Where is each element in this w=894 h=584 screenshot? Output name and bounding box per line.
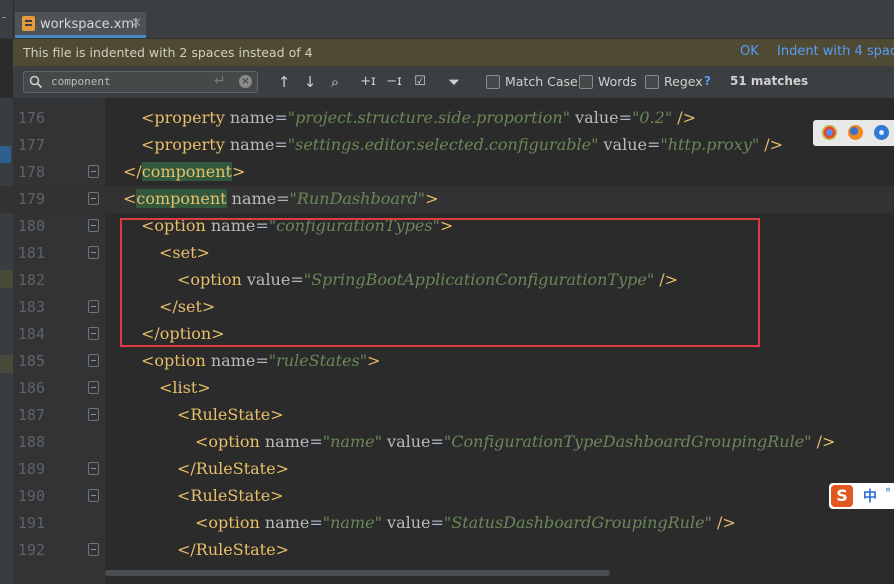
code-line: 176 <property name="project.structure.si… bbox=[0, 105, 894, 132]
line-number: 181 bbox=[17, 244, 45, 262]
code-text: <option name="name" value="Configuration… bbox=[195, 432, 836, 451]
tab-bar-left-edge: - bbox=[0, 0, 14, 38]
chrome-icon[interactable] bbox=[822, 125, 837, 140]
fold-marker[interactable] bbox=[88, 381, 99, 394]
code-line: 186 <list> bbox=[0, 375, 894, 402]
fold-marker[interactable] bbox=[88, 489, 99, 502]
firefox-icon[interactable] bbox=[848, 125, 863, 140]
line-number: 192 bbox=[17, 541, 45, 559]
code-line: 188 <option name="name" value="Configura… bbox=[0, 429, 894, 456]
horizontal-scrollbar[interactable] bbox=[105, 570, 610, 576]
fold-marker[interactable] bbox=[88, 165, 99, 178]
line-number: 190 bbox=[17, 487, 45, 505]
code-text: <RuleState> bbox=[177, 405, 284, 424]
indent-notification: This file is indented with 2 spaces inst… bbox=[13, 39, 894, 66]
line-number: 185 bbox=[17, 352, 45, 370]
notification-ok-link[interactable]: OK bbox=[740, 44, 759, 59]
code-line: 187 <RuleState> bbox=[0, 402, 894, 429]
line-number: 184 bbox=[17, 325, 45, 343]
ime-language: 中 bbox=[863, 489, 877, 505]
editor-tab-bar: - workspace.xml ✕ bbox=[0, 0, 894, 39]
line-number: 182 bbox=[17, 271, 45, 289]
safari-icon[interactable] bbox=[874, 125, 889, 140]
fold-marker[interactable] bbox=[88, 300, 99, 313]
close-icon[interactable]: ✕ bbox=[131, 16, 142, 31]
fold-marker[interactable] bbox=[88, 192, 99, 205]
code-text: </RuleState> bbox=[177, 459, 289, 478]
ime-mode: ° bbox=[885, 486, 891, 500]
fold-marker[interactable] bbox=[88, 219, 99, 232]
code-line: 177 <property name="settings.editor.sele… bbox=[0, 132, 894, 159]
fold-marker[interactable] bbox=[88, 354, 99, 367]
fold-marker[interactable] bbox=[88, 462, 99, 475]
notification-message: This file is indented with 2 spaces inst… bbox=[23, 45, 313, 60]
line-number: 189 bbox=[17, 460, 45, 478]
highlight-box bbox=[120, 218, 760, 347]
ime-indicator[interactable]: S 中 ° bbox=[829, 483, 894, 509]
line-number: 178 bbox=[17, 163, 45, 181]
code-text: </RuleState> bbox=[177, 540, 289, 559]
code-text: <option name="name" value="StatusDashboa… bbox=[195, 513, 736, 532]
fold-marker[interactable] bbox=[88, 408, 99, 421]
tab-workspace-xml[interactable]: workspace.xml ✕ bbox=[15, 12, 146, 38]
code-text: <option name="ruleStates"> bbox=[141, 351, 381, 370]
code-text: </component> bbox=[123, 162, 246, 181]
line-number: 176 bbox=[17, 109, 45, 127]
left-edge-glyph: - bbox=[2, 10, 7, 24]
code-text: <component name="RunDashboard"> bbox=[123, 189, 439, 208]
code-line: 189 </RuleState> bbox=[0, 456, 894, 483]
line-number: 177 bbox=[17, 136, 45, 154]
line-number: 180 bbox=[17, 217, 45, 235]
line-number: 183 bbox=[17, 298, 45, 316]
code-text: <list> bbox=[159, 378, 211, 397]
code-line: 178 </component> bbox=[0, 159, 894, 186]
line-number: 187 bbox=[17, 406, 45, 424]
line-number: 191 bbox=[17, 514, 45, 532]
code-line: 191 <option name="name" value="StatusDas… bbox=[0, 510, 894, 537]
code-line-current: 179 <component name="RunDashboard"> bbox=[0, 186, 894, 213]
tab-filename: workspace.xml bbox=[40, 17, 138, 32]
sogou-logo-icon: S bbox=[831, 485, 853, 507]
fold-marker[interactable] bbox=[88, 543, 99, 556]
code-line: 190 <RuleState> bbox=[0, 483, 894, 510]
code-line-partial bbox=[0, 85, 894, 98]
line-number: 186 bbox=[17, 379, 45, 397]
line-number: 188 bbox=[17, 433, 45, 451]
line-number: 179 bbox=[17, 190, 45, 208]
code-line: 192 </RuleState> bbox=[0, 537, 894, 564]
fold-marker[interactable] bbox=[88, 327, 99, 340]
code-text: <property name="settings.editor.selected… bbox=[141, 135, 784, 154]
fold-marker[interactable] bbox=[88, 246, 99, 259]
browser-preview-bar bbox=[813, 120, 894, 146]
indent-with-4-spaces-link[interactable]: Indent with 4 spaces bbox=[777, 44, 894, 59]
code-text: <property name="project.structure.side.p… bbox=[141, 108, 697, 127]
xml-file-icon bbox=[22, 16, 35, 31]
code-text: <RuleState> bbox=[177, 486, 284, 505]
code-line: 185 <option name="ruleStates"> bbox=[0, 348, 894, 375]
